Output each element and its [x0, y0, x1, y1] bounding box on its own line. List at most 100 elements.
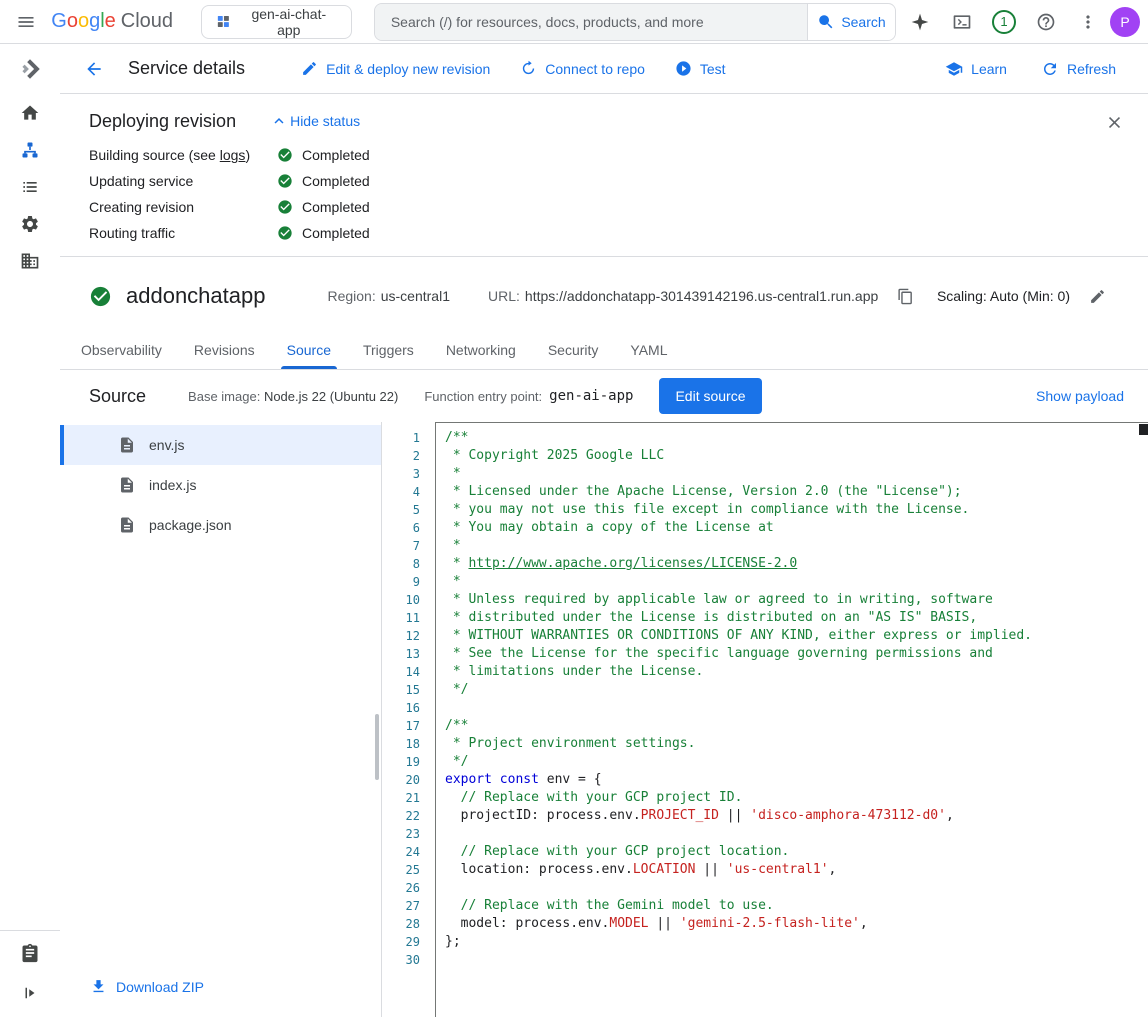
tab-triggers[interactable]: Triggers [347, 331, 430, 369]
connect-repo-button[interactable]: Connect to repo [508, 52, 657, 85]
entry-point-value: gen-ai-app [549, 388, 633, 404]
code-token: location: process.env. [445, 862, 633, 877]
file-panel: env.js index.js package.json Download ZIP [60, 422, 382, 1017]
code-token: 'disco-amphora-473112-d0' [750, 808, 946, 823]
file-item[interactable]: env.js [60, 425, 381, 465]
avatar[interactable]: P [1110, 7, 1140, 37]
edit-source-button[interactable]: Edit source [659, 378, 761, 414]
refresh-button[interactable]: Refresh [1029, 52, 1128, 86]
code-line: * [445, 573, 1136, 591]
play-circle-icon [675, 60, 692, 77]
rail-item-integrations[interactable] [0, 205, 60, 242]
scaling-info: Scaling: Auto (Min: 0) [937, 288, 1070, 304]
code-token: , [860, 916, 868, 931]
deploy-step: Updating serviceCompleted [89, 168, 1124, 194]
cloud-shell-icon [952, 12, 972, 32]
project-selector-button[interactable]: gen-ai-chat-app [201, 5, 352, 39]
close-panel-button[interactable] [1094, 102, 1134, 142]
learn-button[interactable]: Learn [933, 52, 1019, 86]
code-line: * Licensed under the Apache License, Ver… [445, 483, 1136, 501]
rail-item-collapse[interactable] [0, 973, 60, 1013]
code-line: * http://www.apache.org/licenses/LICENSE… [445, 555, 1136, 573]
file-item[interactable]: package.json [60, 505, 381, 545]
edit-deploy-button[interactable]: Edit & deploy new revision [289, 52, 502, 85]
check-circle-icon [277, 147, 293, 163]
tab-source[interactable]: Source [271, 331, 347, 369]
notifications-button[interactable]: 1 [984, 2, 1024, 42]
base-image-value: Node.js 22 (Ubuntu 22) [264, 389, 398, 404]
cloud-shell-button[interactable] [942, 2, 982, 42]
download-zip-button[interactable]: Download ZIP [90, 974, 204, 999]
code-token: http://www.apache.org/licenses/LICENSE-2… [468, 556, 797, 571]
tab-observability[interactable]: Observability [65, 331, 178, 369]
code-area[interactable]: /** * Copyright 2025 Google LLC * * Lice… [435, 422, 1148, 1017]
code-line: * Copyright 2025 Google LLC [445, 447, 1136, 465]
back-button[interactable] [74, 49, 114, 89]
download-row: Download ZIP [60, 962, 381, 1017]
rail-item-home[interactable] [0, 94, 60, 131]
code-line: * See the License for the specific langu… [445, 645, 1136, 663]
search-input[interactable] [375, 4, 807, 40]
code-line: * distributed under the License is distr… [445, 609, 1136, 627]
close-icon [1105, 113, 1124, 132]
show-payload-link[interactable]: Show payload [1030, 387, 1130, 405]
code-line: * limitations under the License. [445, 663, 1136, 681]
code-token: , [946, 808, 954, 823]
code-token: , [829, 862, 837, 877]
code-line: // Replace with your GCP project locatio… [445, 843, 1136, 861]
code-line: // Replace with your GCP project ID. [445, 789, 1136, 807]
main-row: Service details Edit & deploy new revisi… [0, 44, 1148, 1017]
logs-link[interactable]: logs [220, 147, 246, 163]
code-line: * you may not use this file except in co… [445, 501, 1136, 519]
code-token: * Unless required by applicable law or a… [445, 592, 993, 607]
google-cloud-logo: Google Cloud [51, 10, 173, 33]
line-number: 25 [382, 861, 420, 879]
rail-item-release-notes[interactable] [0, 933, 60, 973]
tab-yaml[interactable]: YAML [614, 331, 683, 369]
code-token: MODEL [609, 916, 648, 931]
check-circle-icon [277, 173, 293, 189]
file-name: index.js [149, 477, 196, 493]
file-item[interactable]: index.js [60, 465, 381, 505]
hide-status-label: Hide status [290, 113, 360, 129]
gemini-button[interactable] [900, 2, 940, 42]
pencil-icon [301, 60, 318, 77]
collapse-panel-icon [21, 984, 39, 1002]
hide-status-toggle[interactable]: Hide status [266, 108, 364, 134]
code-line: * [445, 465, 1136, 483]
file-panel-scrollbar[interactable] [375, 714, 379, 780]
edit-scaling-button[interactable] [1080, 279, 1114, 313]
test-button[interactable]: Test [663, 52, 738, 85]
tab-networking[interactable]: Networking [430, 331, 532, 369]
building-icon [20, 251, 40, 271]
url-label: URL: [488, 288, 520, 304]
search-button[interactable]: Search [807, 4, 895, 40]
tabs: ObservabilityRevisionsSourceTriggersNetw… [60, 331, 1148, 370]
tab-revisions[interactable]: Revisions [178, 331, 271, 369]
help-button[interactable] [1026, 2, 1066, 42]
code-token: * Project environment settings. [445, 736, 695, 751]
tab-security[interactable]: Security [532, 331, 615, 369]
line-number: 14 [382, 663, 420, 681]
rail-item-organization[interactable] [0, 242, 60, 279]
copy-url-button[interactable] [889, 280, 921, 312]
code-token: * [445, 538, 461, 553]
code-token: * [445, 574, 461, 589]
download-zip-label: Download ZIP [116, 979, 204, 995]
line-number: 24 [382, 843, 420, 861]
more-options-button[interactable] [1068, 2, 1108, 42]
editor-scrollbar-thumb[interactable] [1139, 424, 1148, 435]
code-line: location: process.env.LOCATION || 'us-ce… [445, 861, 1136, 879]
code-line: * You may obtain a copy of the License a… [445, 519, 1136, 537]
rail-item-services[interactable] [0, 131, 60, 168]
test-label: Test [700, 61, 726, 77]
code-line: projectID: process.env.PROJECT_ID || 'di… [445, 807, 1136, 825]
check-circle-icon [277, 225, 293, 241]
main-menu-button[interactable] [6, 2, 45, 42]
code-token: PROJECT_ID [641, 808, 719, 823]
logo-letter: G [51, 10, 67, 32]
file-list: env.js index.js package.json [60, 422, 381, 962]
code-line: /** [445, 717, 1136, 735]
line-number: 7 [382, 537, 420, 555]
rail-item-jobs[interactable] [0, 168, 60, 205]
